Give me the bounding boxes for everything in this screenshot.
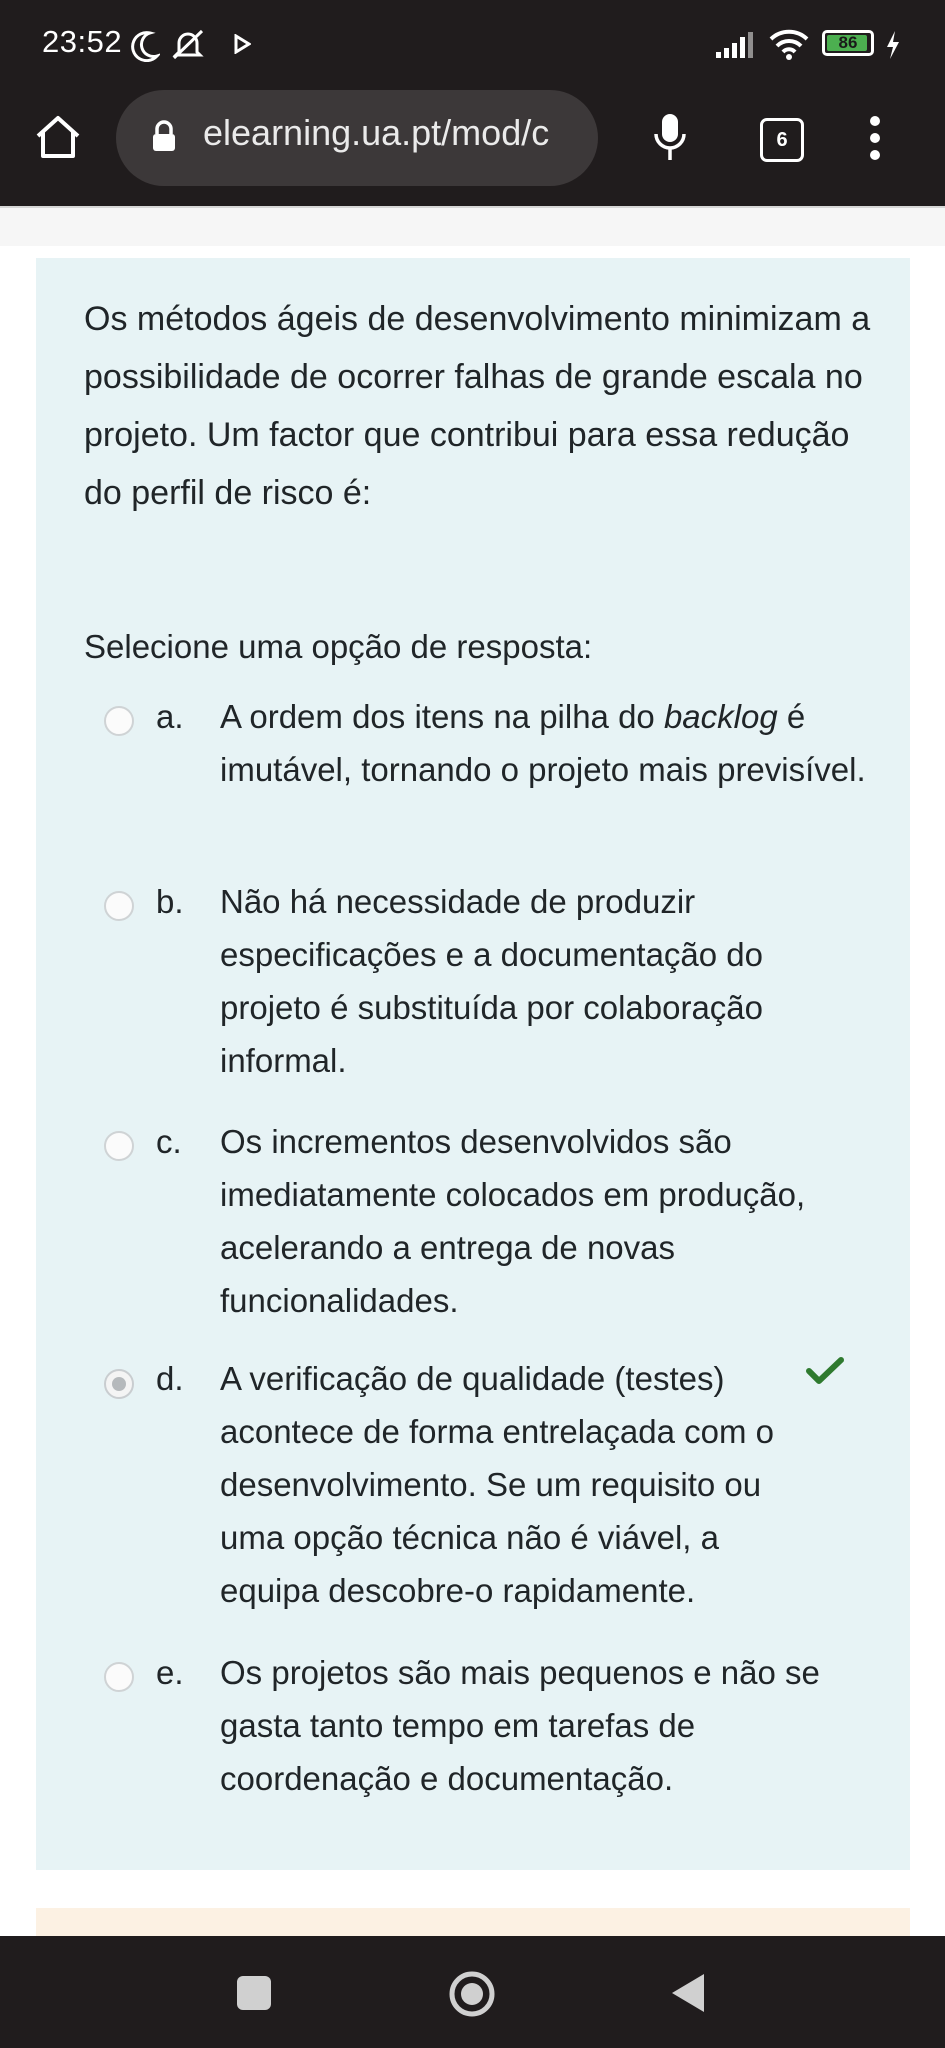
answer-prompt: Selecione uma opção de resposta:	[84, 628, 593, 665]
option-b-text[interactable]: Não há necessidade de produzir especific…	[220, 875, 870, 1087]
option-e-radio[interactable]	[104, 1662, 134, 1692]
option-c-radio[interactable]	[104, 1131, 134, 1161]
option-d-letter: d.	[156, 1360, 184, 1397]
back-triangle-icon[interactable]	[670, 1972, 706, 2014]
page-top-strip	[0, 206, 945, 246]
option-a-text-part1: A ordem dos itens na pilha do	[220, 698, 664, 735]
menu-icon[interactable]	[868, 114, 882, 162]
option-b-letter: b.	[156, 883, 184, 920]
status-bar: 23:52 86	[0, 0, 945, 88]
navigation-bar	[0, 1936, 945, 2048]
option-a-italic: backlog	[663, 698, 778, 735]
home-circle-icon[interactable]	[448, 1970, 496, 2018]
battery-level: 86	[838, 33, 858, 52]
option-a-letter: a.	[156, 698, 184, 735]
recents-square-icon[interactable]	[237, 1976, 271, 2010]
option-c-text[interactable]: Os incrementos desenvolvidos são imediat…	[220, 1115, 870, 1327]
url-text[interactable]: elearning.ua.pt/mod/c	[203, 112, 583, 154]
mic-icon[interactable]	[653, 112, 687, 164]
option-a-radio[interactable]	[104, 706, 134, 736]
wifi-icon	[769, 29, 809, 60]
option-e-text[interactable]: Os projetos são mais pequenos e não se g…	[220, 1646, 870, 1805]
question-text: Os métodos ágeis de desenvolvimento mini…	[84, 300, 871, 512]
lock-icon	[153, 120, 175, 151]
option-d-text[interactable]: A verificação de qualidade (testes) acon…	[220, 1352, 800, 1617]
option-e-letter: e.	[156, 1654, 184, 1691]
next-section-strip	[36, 1908, 910, 1938]
moon-icon	[131, 31, 160, 62]
signal-icon	[716, 32, 753, 58]
charging-icon	[887, 31, 899, 59]
muted-bell-icon	[172, 29, 204, 60]
option-b-radio[interactable]	[104, 891, 134, 921]
correct-check-icon	[806, 1357, 844, 1384]
option-a-text[interactable]: A ordem dos itens na pilha do backlog é …	[220, 690, 870, 796]
tabs-button[interactable]: 6	[760, 118, 804, 162]
tab-count: 6	[776, 129, 788, 151]
option-d-radio-selected[interactable]	[104, 1369, 134, 1399]
play-icon	[234, 34, 251, 54]
option-c-letter: c.	[156, 1123, 182, 1160]
status-time: 23:52	[42, 24, 123, 59]
battery-icon: 86	[822, 30, 874, 56]
home-icon[interactable]	[34, 114, 82, 160]
